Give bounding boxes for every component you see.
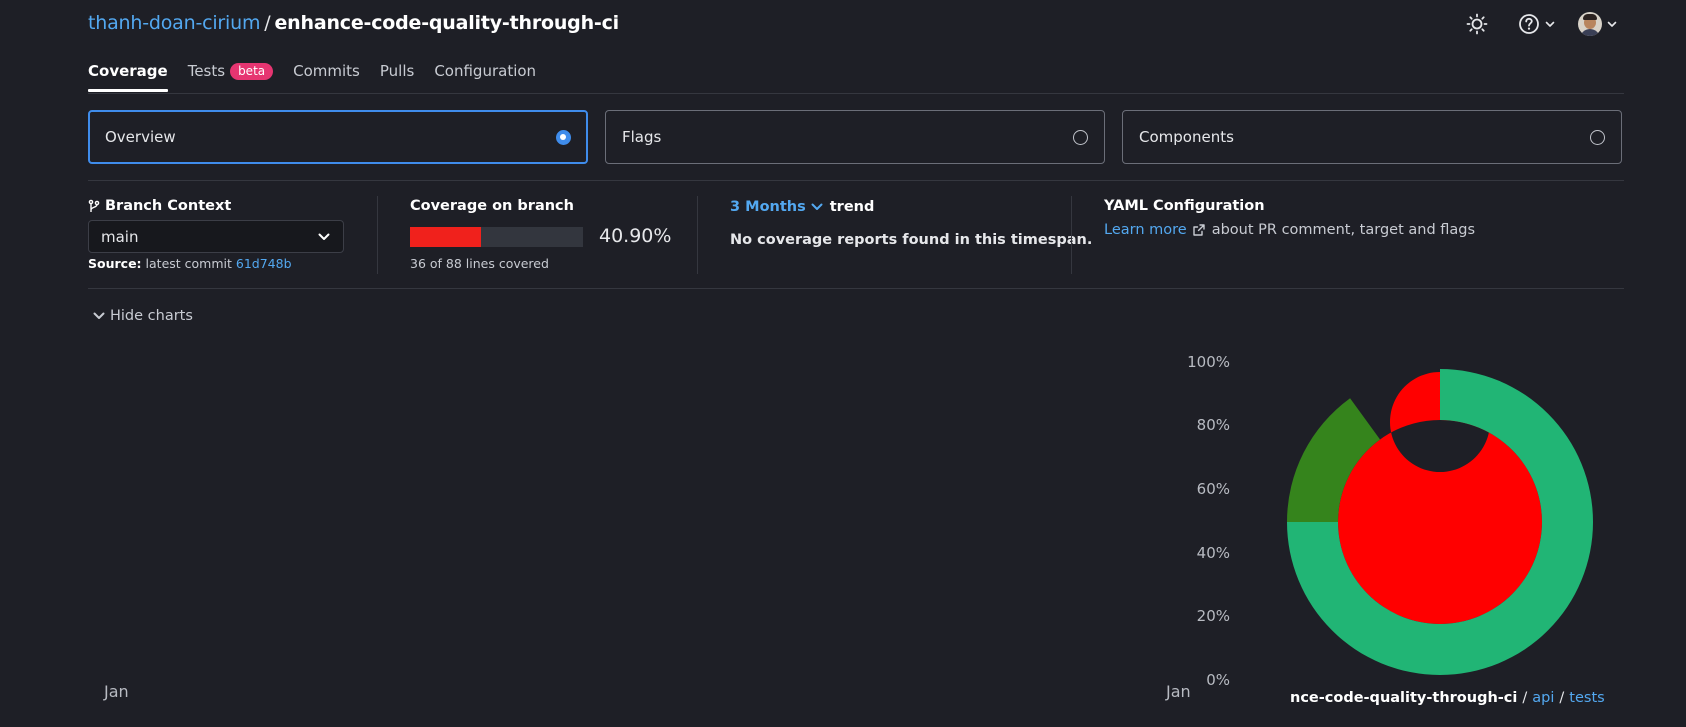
divider bbox=[88, 180, 1624, 181]
view-card-flags[interactable]: Flags bbox=[605, 110, 1105, 164]
question-circle-icon bbox=[1519, 14, 1539, 34]
y-tick-label: 0% bbox=[1206, 671, 1230, 689]
source-text: latest commit bbox=[145, 256, 232, 271]
chevron-down-icon bbox=[1607, 21, 1617, 27]
sunburst-crumb-tests[interactable]: tests bbox=[1569, 690, 1604, 706]
chevron-down-icon bbox=[93, 312, 105, 319]
sun-icon[interactable] bbox=[1466, 10, 1488, 38]
breadcrumb-separator: / bbox=[1522, 690, 1528, 706]
sunburst-breadcrumb: nce-code-quality-through-ci / api / tests bbox=[1290, 690, 1605, 706]
coverage-progress-fill bbox=[410, 227, 481, 247]
divider bbox=[377, 196, 378, 274]
trend-empty-message: No coverage reports found in this timesp… bbox=[730, 232, 1093, 248]
breadcrumb-separator: / bbox=[264, 12, 271, 34]
sunburst-current: nce-code-quality-through-ci bbox=[1290, 690, 1518, 706]
tab-configuration[interactable]: Configuration bbox=[434, 62, 536, 92]
branch-context-label: Branch Context bbox=[105, 198, 232, 214]
tab-tests[interactable]: Tests beta bbox=[187, 62, 274, 92]
card-label: Overview bbox=[105, 128, 176, 146]
commit-link[interactable]: 61d748b bbox=[236, 256, 292, 271]
user-menu-button[interactable] bbox=[1578, 10, 1618, 38]
hide-charts-label: Hide charts bbox=[110, 308, 193, 324]
card-label: Flags bbox=[622, 128, 662, 146]
owner-link[interactable]: thanh-doan-cirium bbox=[88, 12, 260, 34]
divider bbox=[88, 288, 1624, 289]
tab-label: Coverage bbox=[88, 62, 168, 80]
chevron-down-icon bbox=[811, 203, 823, 210]
hide-charts-toggle[interactable]: Hide charts bbox=[92, 308, 193, 324]
divider bbox=[88, 93, 1624, 94]
source-line: Source: latest commit 61d748b bbox=[88, 256, 292, 271]
view-card-overview[interactable]: Overview bbox=[88, 110, 588, 164]
yaml-help: Learn more about PR comment, target and … bbox=[1104, 222, 1475, 238]
view-card-components[interactable]: Components bbox=[1122, 110, 1622, 164]
card-label: Components bbox=[1139, 128, 1234, 146]
y-tick-label: 20% bbox=[1196, 607, 1230, 625]
repo-tabs: Coverage Tests beta Commits Pulls Configu… bbox=[88, 62, 556, 92]
source-label: Source: bbox=[88, 256, 142, 271]
sunburst-crumb-api[interactable]: api bbox=[1532, 690, 1554, 706]
repo-breadcrumb: thanh-doan-cirium / enhance-code-quality-t… bbox=[88, 12, 619, 34]
coverage-sunburst[interactable] bbox=[1280, 362, 1600, 682]
y-tick-label: 60% bbox=[1196, 480, 1230, 498]
external-link-icon bbox=[1193, 224, 1205, 236]
radio-unselected[interactable] bbox=[1590, 129, 1605, 145]
coverage-progress-bar bbox=[410, 227, 583, 247]
yaml-help-text: about PR comment, target and flags bbox=[1211, 222, 1476, 238]
tab-pulls[interactable]: Pulls bbox=[380, 62, 414, 92]
divider bbox=[697, 196, 698, 274]
help-menu-button[interactable] bbox=[1518, 10, 1556, 38]
avatar bbox=[1578, 12, 1602, 36]
coverage-lines: 36 of 88 lines covered bbox=[410, 256, 549, 271]
tab-label: Tests bbox=[187, 62, 226, 80]
header-actions bbox=[1466, 10, 1686, 40]
trend-header: 3 Months trend bbox=[730, 199, 874, 215]
tab-label: Commits bbox=[293, 62, 360, 80]
tab-commits[interactable]: Commits bbox=[293, 62, 360, 92]
x-axis-start-label: Jan bbox=[104, 682, 129, 701]
trend-range-label: 3 Months bbox=[730, 199, 806, 215]
tab-label: Pulls bbox=[379, 62, 415, 80]
radio-selected[interactable] bbox=[556, 129, 571, 145]
trend-range-select[interactable]: 3 Months bbox=[730, 199, 824, 215]
divider bbox=[1071, 196, 1072, 274]
y-tick-label: 100% bbox=[1187, 353, 1230, 371]
yaml-label: YAML Configuration bbox=[1104, 198, 1265, 214]
branch-value: main bbox=[101, 227, 139, 246]
chevron-down-icon bbox=[1545, 21, 1555, 27]
branch-context-header: Branch Context bbox=[88, 198, 231, 214]
git-branch-icon bbox=[88, 199, 100, 212]
breadcrumb-separator: / bbox=[1559, 690, 1565, 706]
repo-name: enhance-code-quality-through-ci bbox=[274, 12, 619, 34]
radio-unselected[interactable] bbox=[1073, 129, 1088, 145]
y-tick-label: 40% bbox=[1196, 544, 1230, 562]
tab-coverage[interactable]: Coverage bbox=[88, 62, 168, 92]
trend-word: trend bbox=[829, 199, 875, 215]
chevron-down-icon bbox=[318, 233, 330, 240]
learn-more-label: Learn more bbox=[1104, 222, 1187, 238]
learn-more-link[interactable]: Learn more bbox=[1104, 222, 1206, 238]
branch-select[interactable]: main bbox=[88, 220, 344, 253]
coverage-label: Coverage on branch bbox=[410, 198, 574, 214]
sunburst-svg[interactable] bbox=[1280, 362, 1600, 682]
y-tick-label: 80% bbox=[1196, 416, 1230, 434]
coverage-percent: 40.90% bbox=[599, 225, 672, 247]
beta-badge: beta bbox=[230, 62, 274, 80]
tab-label: Configuration bbox=[434, 62, 537, 80]
